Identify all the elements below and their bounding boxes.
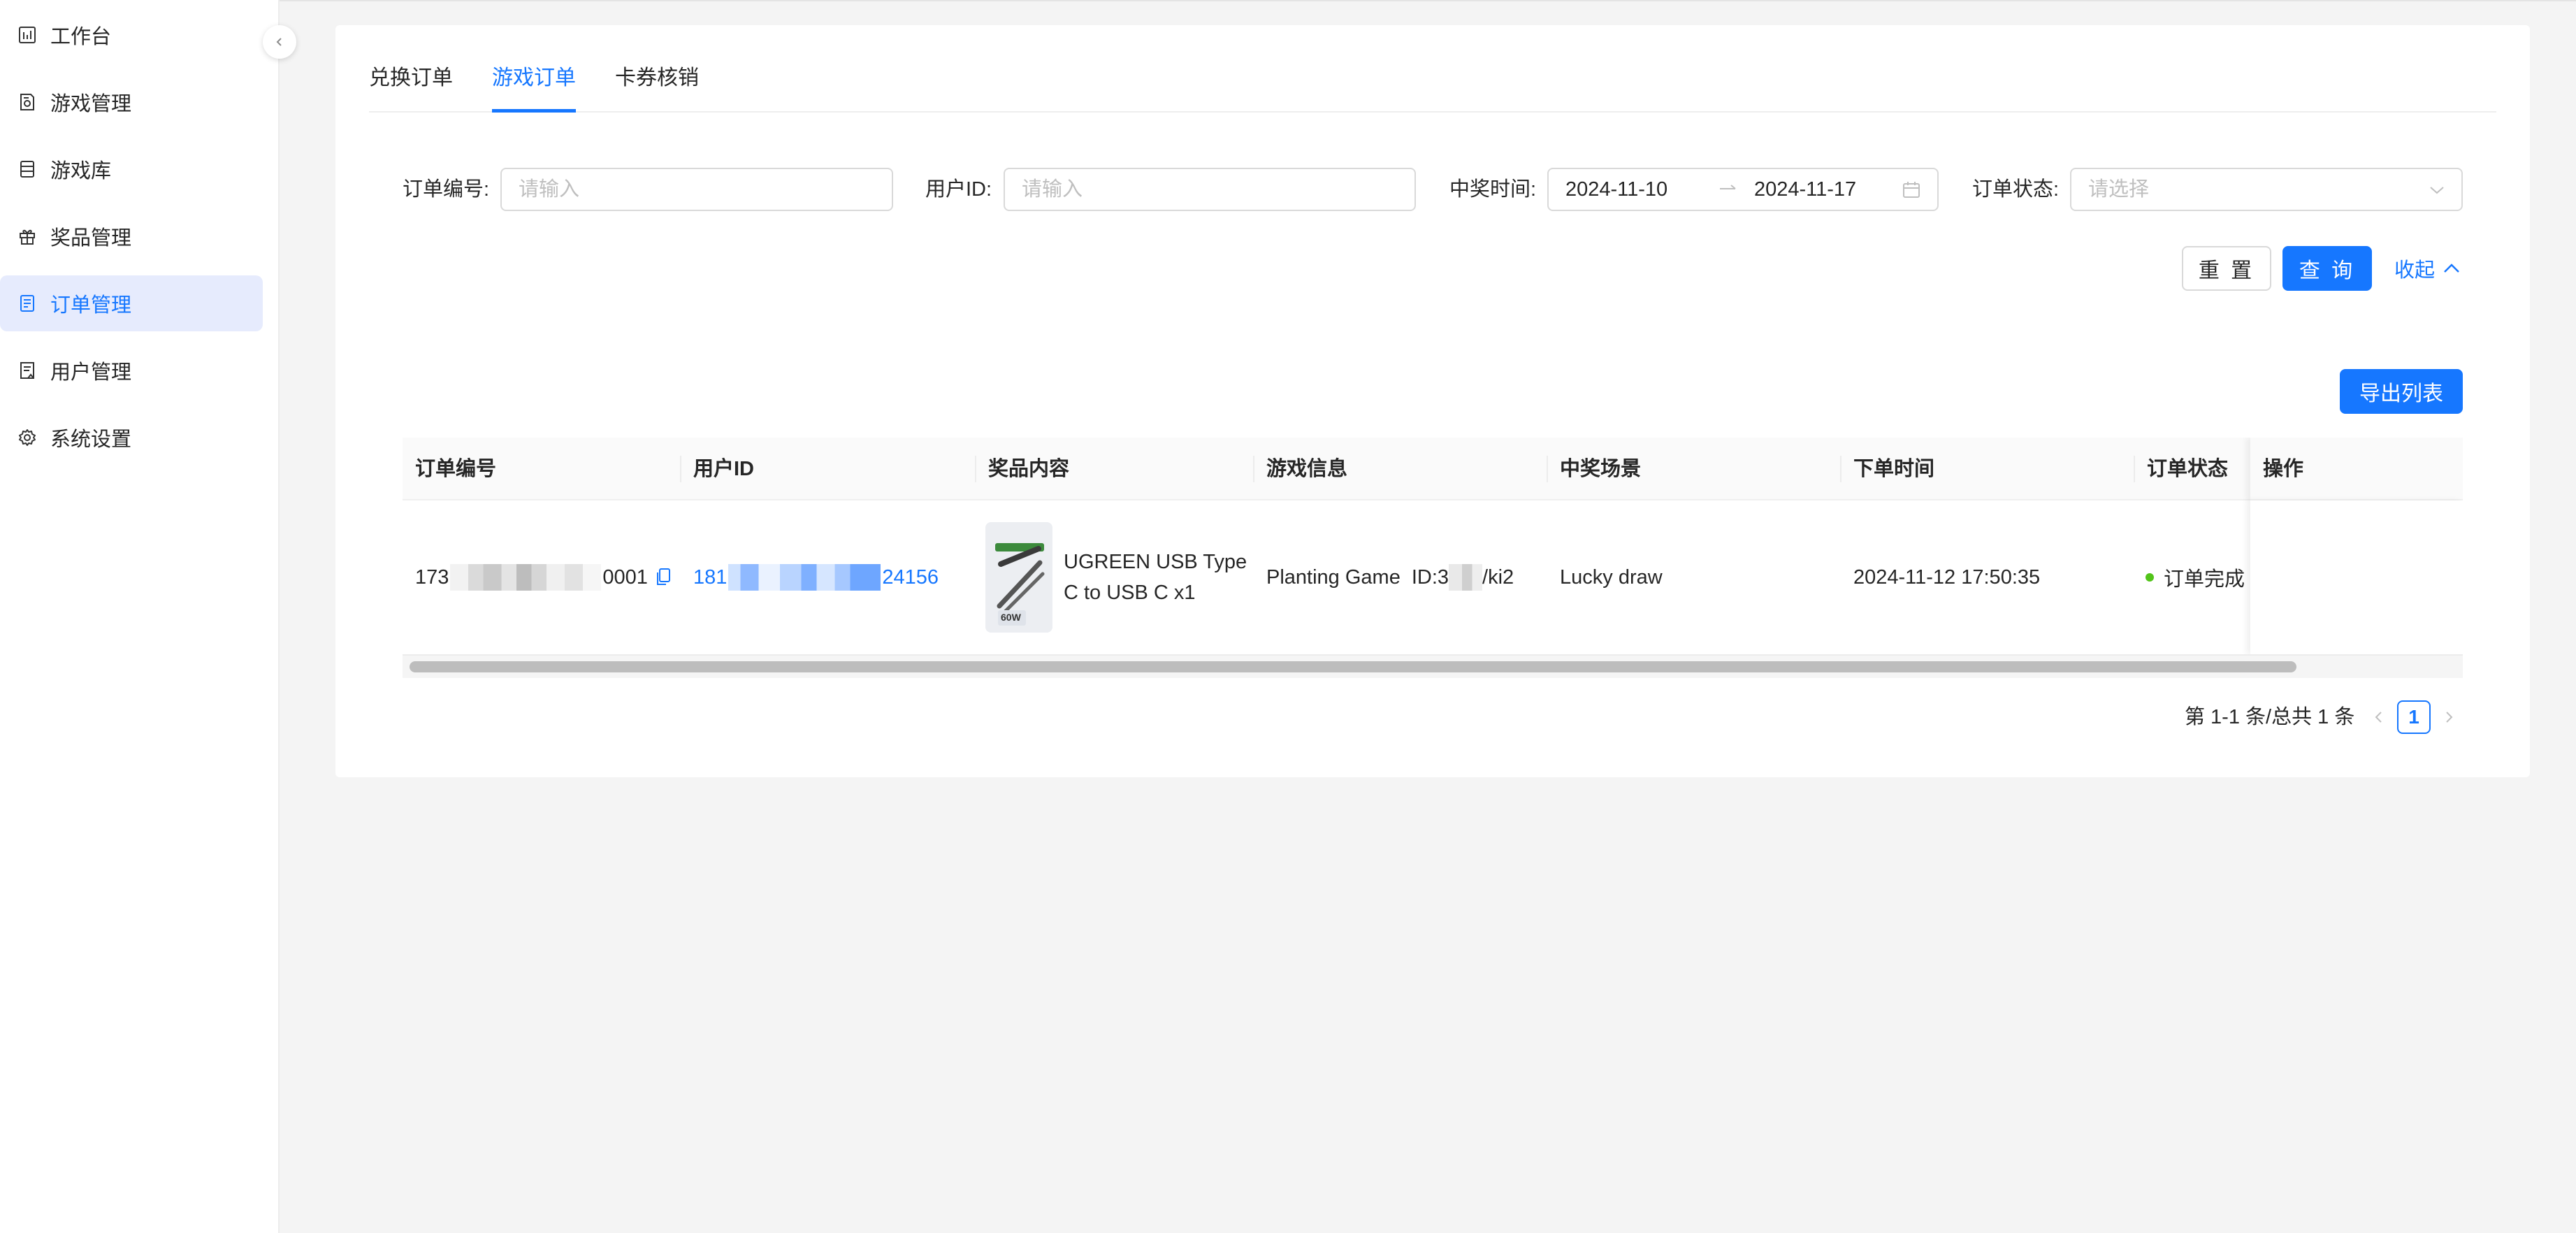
tab-bar: 兑换订单 游戏订单 卡券核销 bbox=[369, 25, 2496, 113]
prize-line-2: C to USB C x1 bbox=[1064, 582, 1196, 604]
page-button-1[interactable]: 1 bbox=[2397, 700, 2431, 734]
order-no-suffix: 0001 bbox=[602, 565, 648, 589]
chevron-down-icon bbox=[2429, 183, 2445, 197]
user-id-prefix: 181 bbox=[693, 565, 728, 589]
tab-coupon-redeem[interactable]: 卡券核销 bbox=[615, 25, 699, 111]
chevron-right-icon[interactable] bbox=[2443, 710, 2454, 724]
collapse-label: 收起 bbox=[2394, 259, 2436, 282]
cell-actions bbox=[2250, 500, 2463, 654]
redacted-mosaic bbox=[450, 564, 602, 591]
sidebar-item-label: 奖品管理 bbox=[50, 227, 132, 250]
order-no-label: 订单编号: bbox=[403, 178, 490, 201]
search-button[interactable]: 查 询 bbox=[2282, 246, 2372, 291]
gear-icon bbox=[18, 428, 36, 447]
tab-exchange-orders[interactable]: 兑换订单 bbox=[369, 25, 453, 111]
sidebar-item-label: 游戏管理 bbox=[50, 93, 132, 115]
sidebar-item-prize-manage[interactable]: 奖品管理 bbox=[0, 208, 263, 264]
calendar-icon bbox=[1902, 180, 1920, 199]
gift-icon bbox=[18, 227, 36, 245]
user-id-placeholder: 请输入 bbox=[1022, 178, 1083, 201]
sidebar-item-workbench[interactable]: 工作台 bbox=[0, 7, 263, 63]
user-icon bbox=[18, 361, 36, 380]
cell-order-time: 2024-11-12 17:50:35 bbox=[1853, 565, 2041, 589]
scrollbar-thumb[interactable] bbox=[410, 661, 2296, 672]
sidebar-item-system-settings[interactable]: 系统设置 bbox=[0, 410, 263, 466]
cell-order-status: 订单完成 bbox=[2134, 500, 2250, 654]
user-id-suffix: 24156 bbox=[882, 565, 939, 589]
top-divider bbox=[280, 0, 2576, 1]
orders-table: 订单编号 用户ID 奖品内容 游戏信息 中奖场景 下单时间 订单状态 操作 17… bbox=[403, 438, 2463, 678]
export-list-button[interactable]: 导出列表 bbox=[2340, 369, 2463, 414]
user-id-label: 用户ID: bbox=[925, 178, 992, 201]
sidebar-collapse-button[interactable] bbox=[263, 25, 296, 59]
game-id-prefix: ID:3 bbox=[1411, 565, 1449, 589]
order-no-input[interactable]: 请输入 bbox=[500, 168, 893, 211]
prize-line-1: UGREEN USB Type bbox=[1064, 551, 1247, 573]
redacted-mosaic bbox=[728, 564, 881, 591]
win-time-range-picker[interactable]: 2024-11-10 2024-11-17 bbox=[1547, 168, 1939, 211]
sidebar-item-label: 系统设置 bbox=[50, 428, 132, 451]
prize-badge: 60W bbox=[1001, 612, 1021, 623]
cell-game-info: Planting Game ID:3 /ki2 bbox=[1254, 500, 1547, 654]
sidebar: 工作台 游戏管理 游戏库 奖品管理 订单管理 用户管理 系统设置 bbox=[0, 0, 280, 1233]
order-icon bbox=[18, 294, 36, 312]
sidebar-item-game-manage[interactable]: 游戏管理 bbox=[0, 74, 263, 130]
cell-order-no: 173 0001 bbox=[403, 500, 681, 654]
reset-button[interactable]: 重 置 bbox=[2182, 246, 2271, 291]
cell-prize: 60W UGREEN USB Type C to USB C x1 bbox=[976, 500, 1254, 654]
dashboard-icon bbox=[18, 26, 36, 44]
sidebar-item-label: 游戏库 bbox=[50, 160, 112, 182]
sidebar-item-label: 用户管理 bbox=[50, 361, 132, 384]
game-manage-icon bbox=[18, 93, 36, 111]
table-row: 173 0001 181 24156 60W UGREEN USB Type C… bbox=[403, 438, 2463, 654]
prize-text: UGREEN USB Type C to USB C x1 bbox=[1064, 547, 1247, 608]
arrow-right-icon bbox=[1719, 182, 1737, 196]
tab-game-orders[interactable]: 游戏订单 bbox=[492, 25, 576, 113]
status-dot bbox=[2146, 573, 2154, 582]
cell-scene: Lucky draw bbox=[1560, 565, 1663, 589]
order-status-select[interactable]: 请选择 bbox=[2070, 168, 2463, 211]
user-id-input[interactable]: 请输入 bbox=[1004, 168, 1416, 211]
library-icon bbox=[18, 160, 36, 178]
game-id-suffix: /ki2 bbox=[1482, 565, 1514, 589]
win-time-start[interactable]: 2024-11-10 bbox=[1565, 169, 1667, 210]
pagination-summary: 第 1-1 条/总共 1 条 bbox=[2185, 706, 2355, 728]
redacted-mosaic bbox=[1449, 564, 1483, 591]
sidebar-item-user-manage[interactable]: 用户管理 bbox=[0, 342, 263, 398]
status-badge: 订单完成 bbox=[2164, 568, 2245, 591]
chevron-up-icon bbox=[2443, 261, 2460, 275]
sidebar-item-game-library[interactable]: 游戏库 bbox=[0, 141, 263, 197]
sidebar-item-order-manage[interactable]: 订单管理 bbox=[0, 275, 263, 331]
chevron-left-icon bbox=[274, 36, 285, 48]
main-card: 兑换订单 游戏订单 卡券核销 订单编号: 请输入 用户ID: 请输入 中奖时间:… bbox=[335, 25, 2530, 777]
order-no-placeholder: 请输入 bbox=[519, 178, 580, 201]
win-time-end[interactable]: 2024-11-17 bbox=[1754, 169, 1856, 210]
order-no-prefix: 173 bbox=[415, 565, 449, 589]
copy-icon[interactable] bbox=[655, 568, 672, 587]
win-time-label: 中奖时间: bbox=[1449, 178, 1537, 201]
game-name: Planting Game bbox=[1266, 565, 1401, 589]
prize-thumbnail: 60W bbox=[985, 522, 1052, 633]
order-status-label: 订单状态: bbox=[1972, 178, 2060, 201]
sidebar-item-label: 订单管理 bbox=[50, 294, 132, 317]
horizontal-scrollbar[interactable] bbox=[403, 654, 2463, 678]
order-status-placeholder: 请选择 bbox=[2088, 178, 2150, 201]
chevron-left-icon[interactable] bbox=[2373, 710, 2385, 724]
sidebar-item-label: 工作台 bbox=[50, 26, 112, 48]
cell-user-id-link[interactable]: 181 24156 bbox=[681, 500, 976, 654]
collapse-filters-link[interactable]: 收起 bbox=[2394, 246, 2460, 291]
